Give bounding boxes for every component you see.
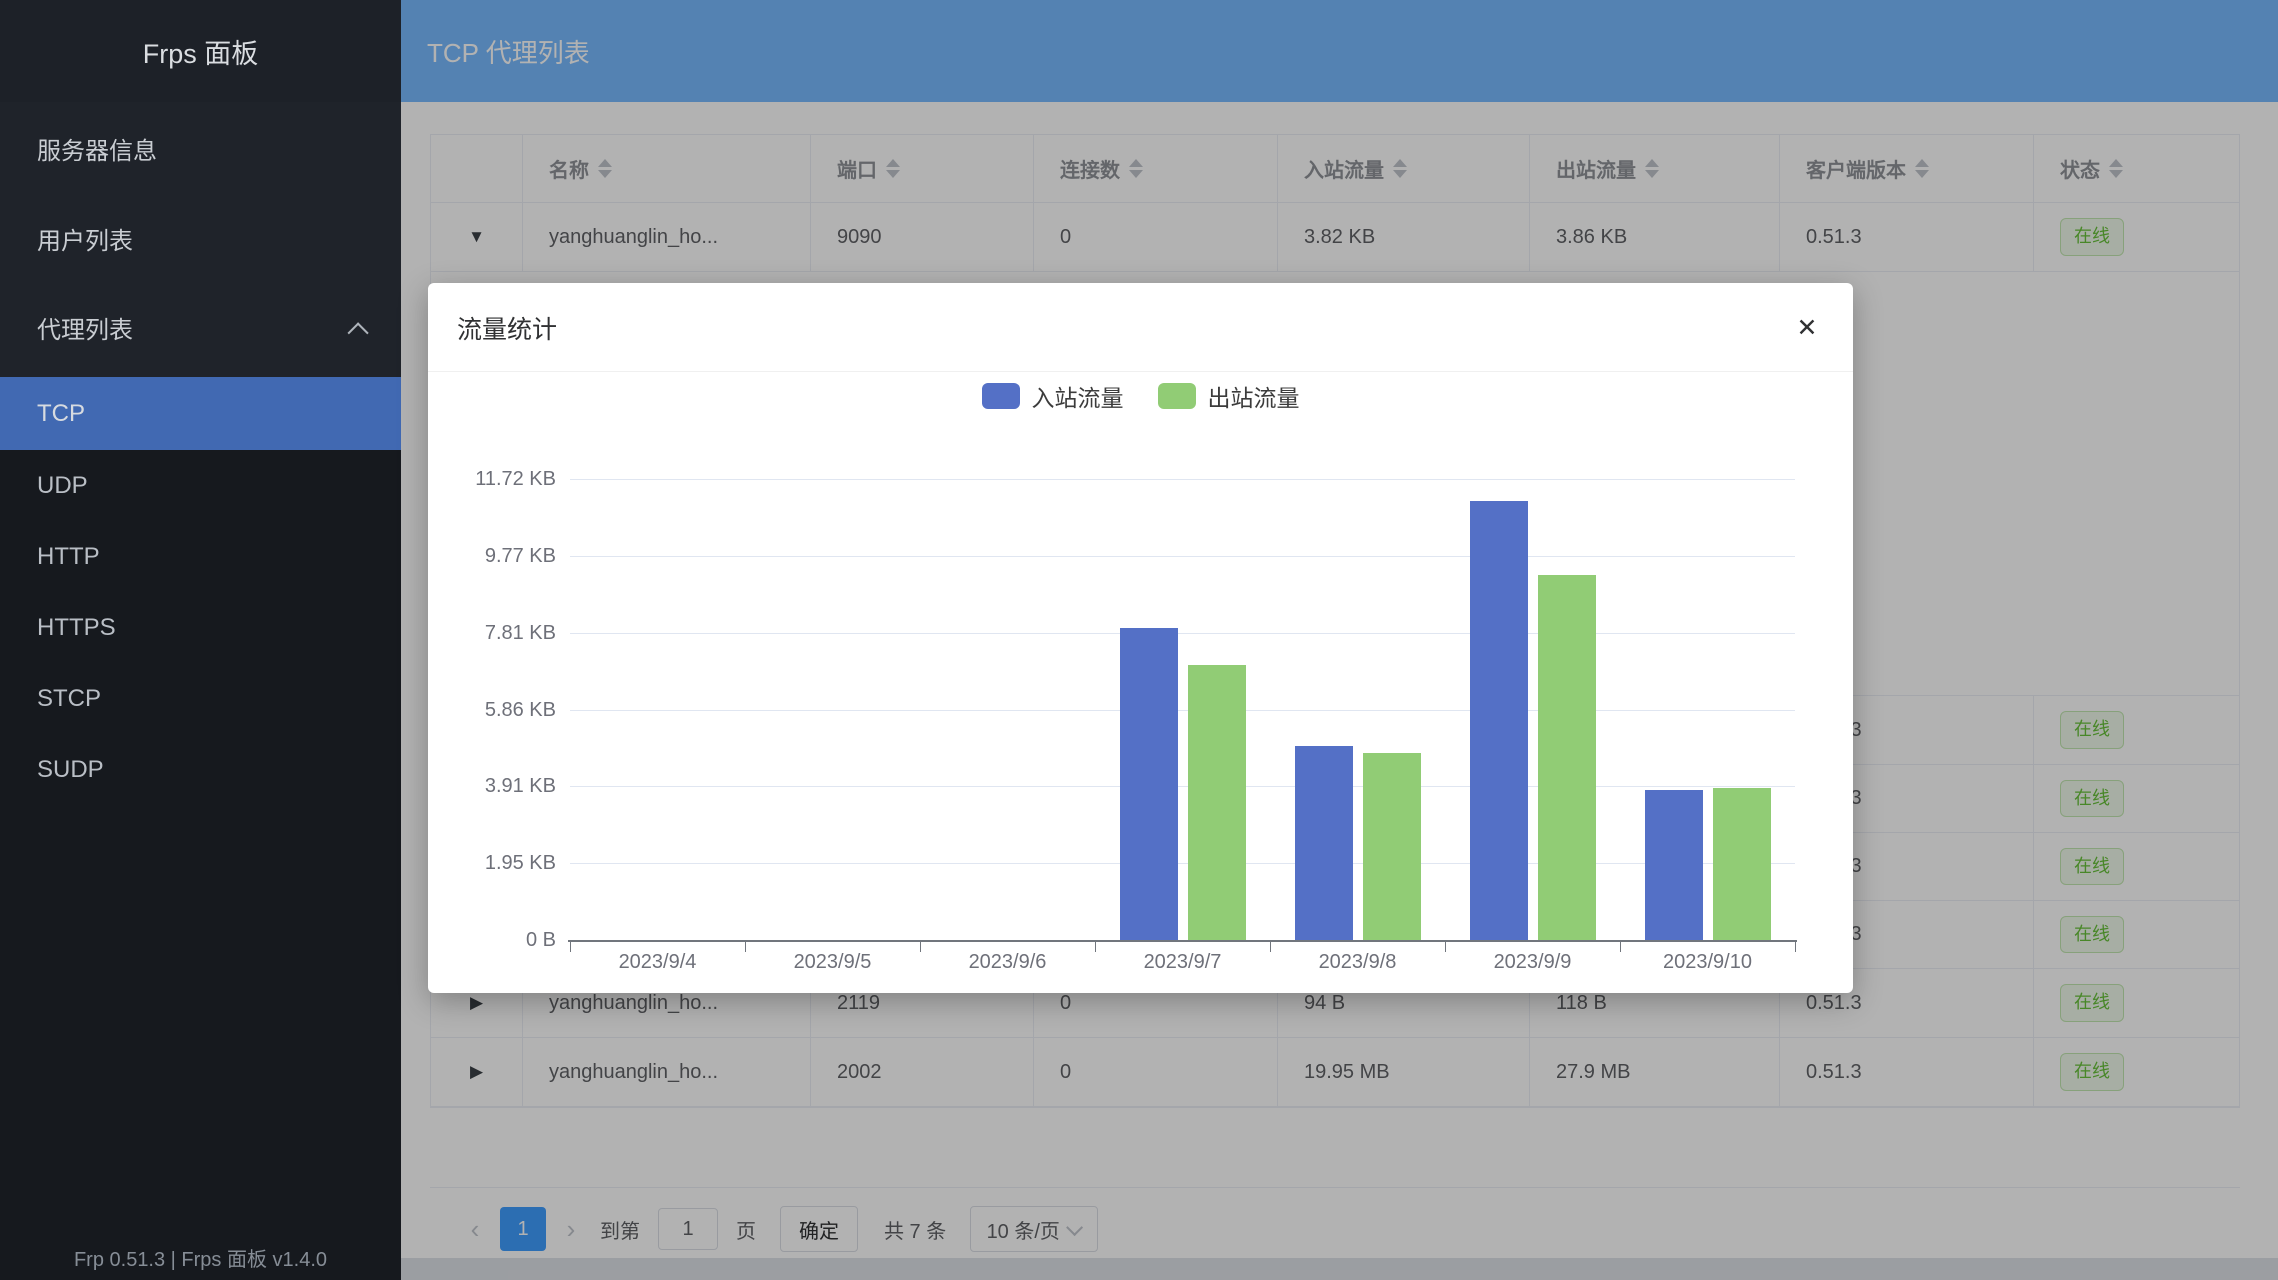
gridline bbox=[570, 863, 1795, 864]
sidebar: Frps 面板 服务器信息用户列表代理列表 TCPUDPHTTPHTTPSSTC… bbox=[0, 0, 401, 1280]
sidebar-item-tcp[interactable]: TCP bbox=[0, 377, 401, 450]
sidebar-item-label: 代理列表 bbox=[37, 310, 133, 345]
x-axis-tick-mark bbox=[1095, 942, 1096, 952]
gridline bbox=[570, 633, 1795, 634]
app-title: Frps 面板 bbox=[0, 0, 401, 102]
gridline bbox=[570, 556, 1795, 557]
traffic-stats-dialog: 流量统计 ✕ 入站流量出站流量 11.72 KB9.77 KB7.81 KB5.… bbox=[428, 283, 1853, 993]
sidebar-item-stcp[interactable]: STCP bbox=[0, 663, 401, 734]
chevron-up-icon bbox=[347, 322, 368, 343]
version-footer: Frp 0.51.3 | Frps 面板 v1.4.0 bbox=[0, 1243, 401, 1272]
sidebar-item-https[interactable]: HTTPS bbox=[0, 592, 401, 663]
gridline bbox=[570, 710, 1795, 711]
x-axis-tick-label: 2023/9/5 bbox=[745, 951, 920, 974]
sidebar-item-2[interactable]: 用户列表 bbox=[0, 193, 401, 283]
sidebar-item-http[interactable]: HTTP bbox=[0, 521, 401, 592]
bar-入站流量-2023/9/8 bbox=[1295, 746, 1353, 940]
x-axis-tick-label: 2023/9/6 bbox=[920, 951, 1095, 974]
x-axis-tick-mark bbox=[1620, 942, 1621, 952]
traffic-bar-chart: 11.72 KB 9.77 KB 7.81 KB 5.86 KB 3.91 KB 1.95… bbox=[428, 283, 1853, 993]
bar-出站流量-2023/9/10 bbox=[1713, 788, 1771, 940]
sidebar-item-3[interactable]: 代理列表 bbox=[0, 282, 401, 372]
y-axis-tick-label: 1.95 KB bbox=[436, 853, 556, 873]
bar-入站流量-2023/9/10 bbox=[1645, 790, 1703, 940]
sidebar-item-label: 服务器信息 bbox=[37, 131, 157, 166]
bar-入站流量-2023/9/9 bbox=[1470, 501, 1528, 940]
x-axis-tick-label: 2023/9/10 bbox=[1620, 951, 1795, 974]
sidebar-item-1[interactable]: 服务器信息 bbox=[0, 103, 401, 193]
y-axis-tick-label: 5.86 KB bbox=[436, 700, 556, 720]
x-axis-tick-label: 2023/9/9 bbox=[1445, 951, 1620, 974]
sidebar-item-udp[interactable]: UDP bbox=[0, 450, 401, 521]
x-axis-tick-label: 2023/9/8 bbox=[1270, 951, 1445, 974]
x-axis-tick-mark bbox=[570, 942, 571, 952]
gridline bbox=[570, 786, 1795, 787]
sidebar-item-label: 用户列表 bbox=[37, 221, 133, 256]
y-axis-tick-label: 3.91 KB bbox=[436, 776, 556, 796]
x-axis-tick-mark bbox=[1795, 942, 1796, 952]
x-axis-tick-mark bbox=[1270, 942, 1271, 952]
x-axis-line bbox=[568, 940, 1797, 942]
sidebar-menu: 服务器信息用户列表代理列表 bbox=[0, 102, 401, 377]
x-axis-tick-label: 2023/9/4 bbox=[570, 951, 745, 974]
x-axis-tick-mark bbox=[745, 942, 746, 952]
y-axis-tick-label: 9.77 KB bbox=[436, 546, 556, 566]
bar-出站流量-2023/9/8 bbox=[1363, 753, 1421, 940]
gridline bbox=[570, 479, 1795, 480]
sidebar-item-sudp[interactable]: SUDP bbox=[0, 734, 401, 805]
bar-入站流量-2023/9/7 bbox=[1120, 628, 1178, 940]
y-axis-tick-label: 0 B bbox=[436, 930, 556, 950]
bar-出站流量-2023/9/7 bbox=[1188, 665, 1246, 940]
y-axis-tick-label: 7.81 KB bbox=[436, 623, 556, 643]
y-axis-tick-label: 11.72 KB bbox=[436, 469, 556, 489]
x-axis-tick-mark bbox=[920, 942, 921, 952]
x-axis-tick-label: 2023/9/7 bbox=[1095, 951, 1270, 974]
bar-出站流量-2023/9/9 bbox=[1538, 575, 1596, 940]
x-axis-tick-mark bbox=[1445, 942, 1446, 952]
